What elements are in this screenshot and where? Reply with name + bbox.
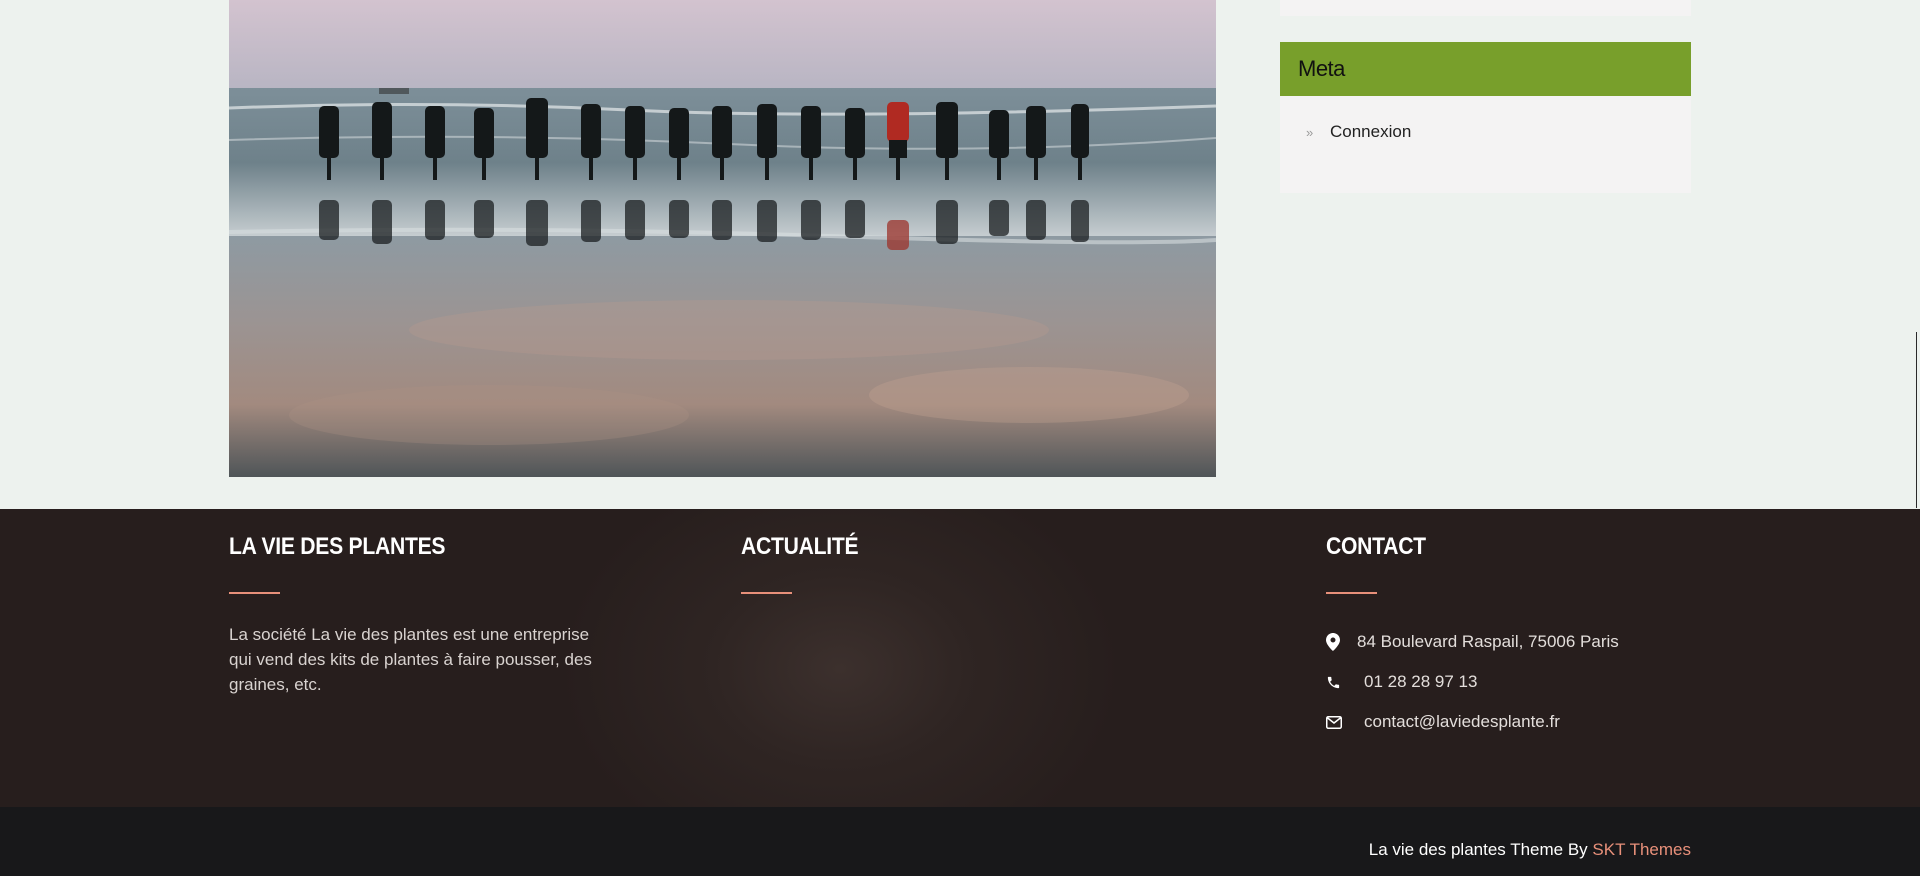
contact-email: contact@laviedesplante.fr: [1326, 702, 1619, 742]
title-underline: [229, 592, 280, 594]
footer-about-text: La société La vie des plantes est une en…: [229, 625, 592, 694]
meta-widget-list: » Connexion: [1280, 96, 1691, 142]
footer-contact: CONTACT 84 Boulevard Raspail, 75006 Pari…: [1326, 533, 1619, 742]
footer-about: LA VIE DES PLANTES La société La vie des…: [229, 533, 599, 697]
contact-list: 84 Boulevard Raspail, 75006 Paris 01 28 …: [1326, 622, 1619, 742]
credits-prefix: La vie des plantes Theme By: [1368, 840, 1593, 859]
skt-themes-link[interactable]: SKT Themes: [1592, 840, 1691, 859]
title-underline: [1326, 592, 1377, 594]
contact-phone-text[interactable]: 01 28 28 97 13: [1364, 672, 1477, 692]
post-featured-image[interactable]: [229, 0, 1216, 477]
sidebar-widget-previous: [1280, 0, 1691, 16]
meta-item-label[interactable]: Connexion: [1330, 122, 1411, 142]
footer-contact-title: CONTACT: [1326, 533, 1426, 560]
meta-item-connexion[interactable]: » Connexion: [1306, 122, 1691, 142]
contact-address: 84 Boulevard Raspail, 75006 Paris: [1326, 622, 1619, 662]
footer-bottom-bar: La vie des plantes Theme By SKT Themes: [0, 807, 1920, 876]
site-footer: LA VIE DES PLANTES La société La vie des…: [0, 509, 1920, 807]
footer-news-title: ACTUALITÉ: [741, 533, 859, 560]
footer-about-title: LA VIE DES PLANTES: [229, 533, 446, 560]
contact-email-text[interactable]: contact@laviedesplante.fr: [1364, 712, 1560, 732]
contact-address-text: 84 Boulevard Raspail, 75006 Paris: [1357, 632, 1619, 651]
beach-photo: [229, 0, 1216, 477]
footer-credits: La vie des plantes Theme By SKT Themes: [1369, 840, 1691, 860]
meta-widget-title: Meta: [1280, 42, 1691, 96]
contact-phone: 01 28 28 97 13: [1326, 662, 1619, 702]
title-underline: [741, 592, 792, 594]
scrollbar-thumb[interactable]: [1916, 332, 1917, 508]
footer-news: ACTUALITÉ: [741, 533, 874, 594]
envelope-icon: [1326, 715, 1364, 729]
double-chevron-right-icon: »: [1306, 124, 1313, 140]
meta-widget: Meta » Connexion: [1280, 42, 1691, 193]
content-area: Meta » Connexion: [0, 0, 1920, 509]
phone-icon: [1326, 675, 1364, 690]
